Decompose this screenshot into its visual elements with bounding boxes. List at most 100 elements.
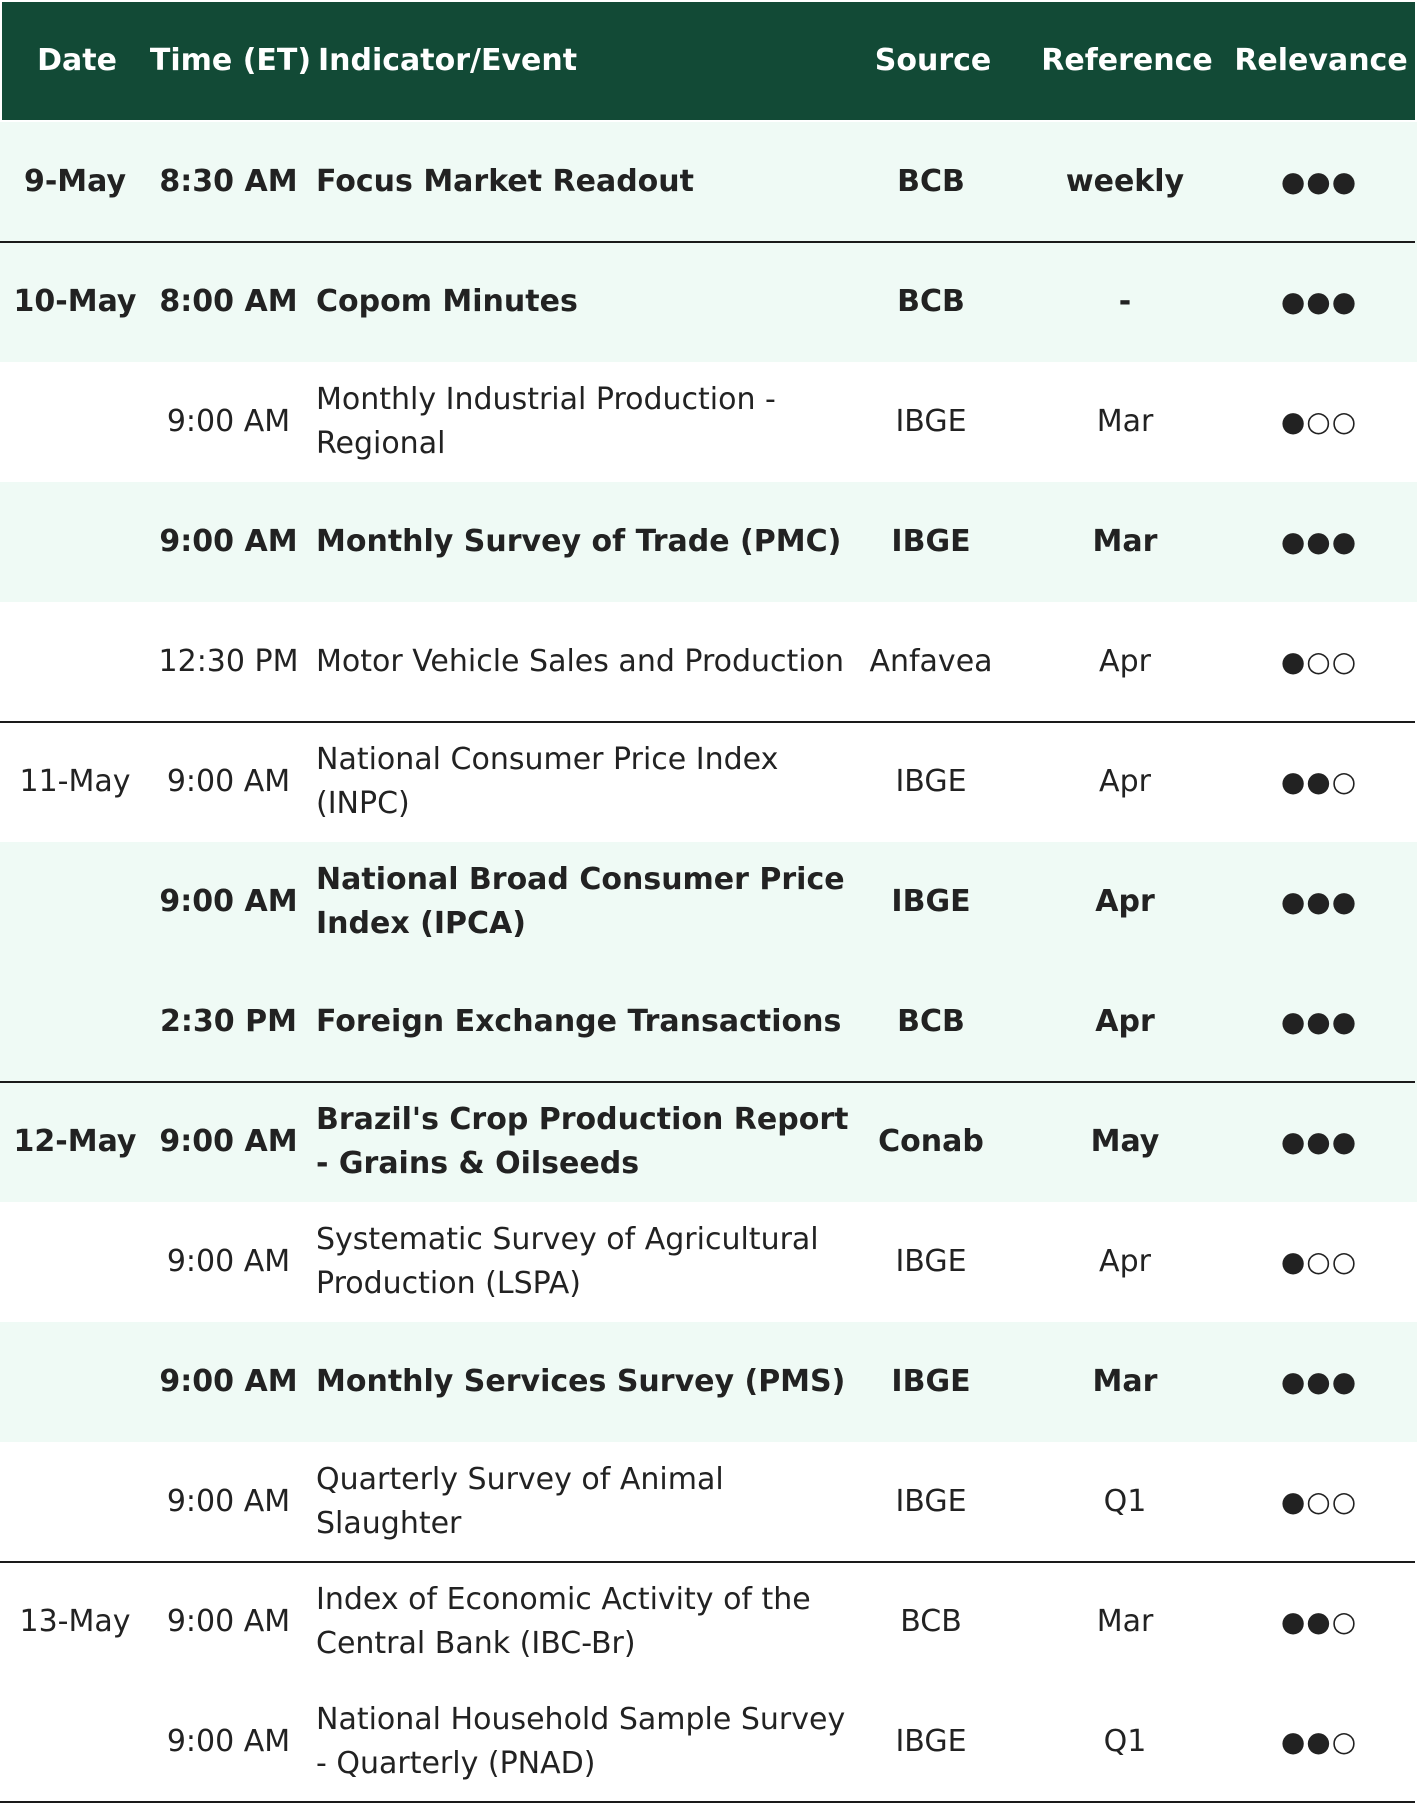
row-source: BCB xyxy=(897,284,965,319)
table-row: 11-May 9:00 AM National Consumer Price Ind… xyxy=(0,722,1417,842)
row-date: 10-May xyxy=(13,284,137,319)
row-relevance: ●●● xyxy=(1280,1005,1358,1038)
header-date: Date xyxy=(37,43,117,78)
row-source: IBGE xyxy=(895,1724,967,1759)
row-time: 9:00 AM xyxy=(159,884,298,919)
row-source: BCB xyxy=(897,1004,965,1039)
row-reference: Mar xyxy=(1092,524,1158,559)
row-reference: Apr xyxy=(1099,764,1151,799)
table-row: 10-May 8:00 AM Copom Minutes BCB - ●●● xyxy=(0,242,1417,362)
row-reference: Mar xyxy=(1096,1604,1154,1639)
row-reference: Q1 xyxy=(1103,1724,1147,1759)
row-relevance: ●●● xyxy=(1280,885,1358,918)
date-group-divider xyxy=(0,721,1415,723)
row-time: 9:00 AM xyxy=(166,404,291,439)
row-indicator: Monthly Services Survey (PMS) xyxy=(316,1364,846,1399)
row-reference: May xyxy=(1090,1124,1160,1159)
row-date xyxy=(0,1202,150,1322)
table-row: 9:00 AM Monthly Industrial Production - R… xyxy=(0,362,1417,482)
row-reference: Mar xyxy=(1092,1364,1158,1399)
row-indicator: Systematic Survey of Agricultural Produc… xyxy=(316,1222,819,1301)
row-relevance: ●●● xyxy=(1280,165,1358,198)
row-indicator: Monthly Survey of Trade (PMC) xyxy=(316,524,842,559)
row-relevance: ●○○ xyxy=(1280,1485,1358,1518)
row-reference: - xyxy=(1118,284,1132,319)
row-source: IBGE xyxy=(895,1484,967,1519)
table-row: 13-May 9:00 AM Index of Economic Activity … xyxy=(0,1562,1417,1682)
row-source: BCB xyxy=(900,1604,962,1639)
row-reference: Apr xyxy=(1095,884,1155,919)
date-group-divider xyxy=(0,1561,1415,1563)
row-date xyxy=(0,482,150,602)
row-date xyxy=(0,1442,150,1562)
row-indicator: Copom Minutes xyxy=(316,284,578,319)
row-date xyxy=(0,842,150,962)
row-indicator: Quarterly Survey of Animal Slaughter xyxy=(316,1462,724,1541)
table-row: 9:00 AM National Broad Consumer Price Ind… xyxy=(0,842,1417,962)
date-group-divider xyxy=(0,1081,1415,1083)
row-source: BCB xyxy=(897,164,965,199)
row-time: 9:00 AM xyxy=(159,524,298,559)
row-time: 9:00 AM xyxy=(166,1244,291,1279)
row-source: IBGE xyxy=(895,1244,967,1279)
economic-calendar: Date Time (ET) Indicator/Event Source Re… xyxy=(0,0,1417,1815)
row-source: Anfavea xyxy=(869,644,993,679)
row-time: 8:30 AM xyxy=(159,164,298,199)
row-relevance: ●○○ xyxy=(1280,405,1358,438)
row-time: 9:00 AM xyxy=(166,1604,291,1639)
row-relevance: ●●● xyxy=(1280,285,1358,318)
table-row: 12-May 9:00 AM Brazil's Crop Production Re… xyxy=(0,1082,1417,1202)
header-time: Time (ET) xyxy=(149,43,312,78)
table-row: 9-May 8:30 AM Focus Market Readout BCB weekl… xyxy=(0,122,1417,242)
row-source: IBGE xyxy=(895,764,967,799)
table-row: 9:00 AM Systematic Survey of Agricultural… xyxy=(0,1202,1417,1322)
row-date xyxy=(0,1322,150,1442)
row-reference: Mar xyxy=(1096,404,1154,439)
row-indicator: Motor Vehicle Sales and Production xyxy=(316,644,845,679)
row-reference: Apr xyxy=(1099,644,1151,679)
row-source: IBGE xyxy=(891,1364,971,1399)
row-source: Conab xyxy=(878,1124,984,1159)
date-group-divider xyxy=(0,1801,1415,1803)
row-date xyxy=(0,602,150,722)
table-row: 2:30 PM Foreign Exchange Transactions BCB A… xyxy=(0,962,1417,1082)
row-date xyxy=(0,362,150,482)
row-relevance: ●●● xyxy=(1280,1365,1358,1398)
row-date xyxy=(0,962,150,1082)
header-indicator: Indicator/Event xyxy=(318,43,578,78)
row-time: 12:30 PM xyxy=(158,644,299,679)
header-reference: Reference xyxy=(1041,43,1213,78)
row-time: 9:00 AM xyxy=(159,1124,298,1159)
row-time: 8:00 AM xyxy=(159,284,298,319)
row-time: 2:30 PM xyxy=(160,1004,297,1039)
row-relevance: ●●● xyxy=(1280,1125,1358,1158)
row-reference: Apr xyxy=(1095,1004,1155,1039)
row-reference: Apr xyxy=(1099,1244,1151,1279)
date-group-divider xyxy=(0,241,1415,243)
table-row: 9:00 AM Monthly Services Survey (PMS) IBGE… xyxy=(0,1322,1417,1442)
header-relevance: Relevance xyxy=(1234,43,1408,78)
row-date: 9-May xyxy=(23,164,127,199)
row-time: 9:00 AM xyxy=(159,1364,298,1399)
row-reference: Q1 xyxy=(1103,1484,1147,1519)
row-indicator: National Household Sample Survey - Quart… xyxy=(316,1702,846,1781)
row-relevance: ●○○ xyxy=(1280,645,1358,678)
row-indicator: Index of Economic Activity of the Centra… xyxy=(316,1582,811,1661)
row-source: IBGE xyxy=(891,524,971,559)
row-relevance: ●●○ xyxy=(1280,765,1358,798)
row-indicator: Focus Market Readout xyxy=(316,164,694,199)
row-reference: weekly xyxy=(1065,164,1185,199)
row-relevance: ●●○ xyxy=(1280,1605,1358,1638)
table-row: 9:00 AM Monthly Survey of Trade (PMC) IBGE… xyxy=(0,482,1417,602)
row-source: IBGE xyxy=(895,404,967,439)
row-date: 12-May xyxy=(13,1124,137,1159)
row-date: 13-May xyxy=(19,1604,131,1639)
row-indicator: Brazil's Crop Production Report - Grains… xyxy=(316,1102,849,1181)
table-row: 9:00 AM Quarterly Survey of Animal Slaugh… xyxy=(0,1442,1417,1562)
row-indicator: National Broad Consumer Price Index (IPC… xyxy=(316,862,845,941)
row-indicator: Monthly Industrial Production - Regional xyxy=(316,382,776,461)
row-time: 9:00 AM xyxy=(166,1484,291,1519)
row-relevance: ●●● xyxy=(1280,525,1358,558)
row-source: IBGE xyxy=(891,884,971,919)
row-time: 9:00 AM xyxy=(166,764,291,799)
